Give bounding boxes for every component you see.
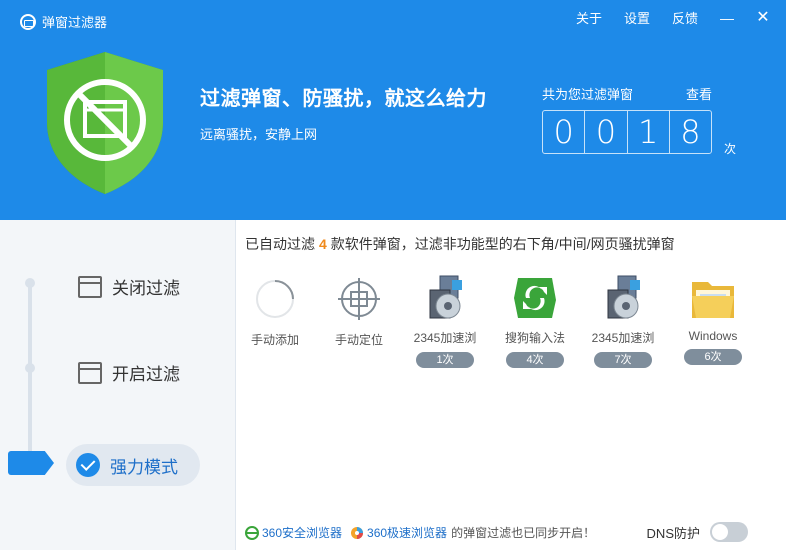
- browser-name: 360极速浏览器: [367, 526, 448, 540]
- mode-sidebar: 关闭过滤 开启过滤 强力模式: [0, 220, 236, 550]
- app-item[interactable]: 2345加速浏 1次: [405, 274, 485, 368]
- hero-slogan: 过滤弹窗、防骚扰，就这么给力: [200, 88, 487, 110]
- sync-notice: 360安全浏览器 360极速浏览器 的弹窗过滤也已同步开启！: [245, 524, 595, 541]
- browser-name: 360安全浏览器: [262, 526, 343, 540]
- summary-count: 4: [319, 236, 327, 252]
- counter-digit: 0: [585, 111, 628, 153]
- app-logo-icon: [20, 13, 36, 30]
- rail-dot: [25, 363, 35, 373]
- app-item[interactable]: 搜狗输入法 4次: [495, 274, 575, 368]
- app-name: Windows: [688, 329, 738, 343]
- summary-prefix: 已自动过滤: [245, 236, 315, 252]
- count-badge: 7次: [594, 352, 652, 368]
- crosshair-icon: [338, 278, 380, 320]
- rail-dot: [25, 278, 35, 288]
- settings-link[interactable]: 设置: [624, 8, 650, 27]
- window-icon: [78, 361, 102, 384]
- header-banner: 弹窗过滤器 关于 设置 反馈 — ✕ 过滤弹窗、防骚扰，就这么给力 远离骚扰，安…: [0, 0, 786, 220]
- close-button[interactable]: ✕: [756, 9, 770, 26]
- count-badge: 6次: [684, 349, 742, 365]
- shield-block-popup-icon: [47, 52, 163, 194]
- tool-label: 手动定位: [334, 333, 383, 347]
- check-circle-icon: [76, 453, 100, 477]
- manual-locate-button[interactable]: 手动定位: [319, 278, 399, 348]
- installer-icon: [429, 275, 462, 319]
- blocked-counter: 0 0 1 8: [542, 110, 712, 154]
- folder-icon: [692, 282, 734, 318]
- checkbox-window-icon: [78, 275, 102, 298]
- installer-icon: [607, 275, 640, 319]
- browser-360-speed-link[interactable]: 360极速浏览器: [350, 524, 447, 541]
- count-badge: 1次: [416, 352, 474, 368]
- mode-close-filter[interactable]: 关闭过滤: [78, 274, 180, 299]
- dns-protection: DNS防护: [647, 522, 748, 542]
- app-title-text: 弹窗过滤器: [42, 15, 108, 30]
- about-link[interactable]: 关于: [576, 8, 602, 27]
- feedback-link[interactable]: 反馈: [672, 8, 698, 27]
- counter-digit: 1: [628, 111, 670, 153]
- color-ball-icon: [351, 526, 364, 539]
- browser-360-safe-link[interactable]: 360安全浏览器: [245, 524, 342, 541]
- tool-label: 手动添加: [250, 333, 299, 347]
- sogou-icon: [514, 278, 556, 318]
- app-name: 2345加速浏: [591, 331, 655, 345]
- ie-e-icon: [245, 525, 259, 540]
- counter-digit: 0: [543, 111, 586, 153]
- hero-subslogan: 远离骚扰，安静上网: [200, 127, 318, 142]
- top-nav: 关于 设置 反馈 — ✕: [576, 8, 770, 27]
- active-mode-indicator: [8, 451, 54, 475]
- app-title: 弹窗过滤器: [20, 12, 107, 31]
- sync-suffix: 的弹窗过滤也已同步开启！: [451, 526, 596, 540]
- counter-label: 共为您过滤弹窗: [542, 87, 634, 102]
- dns-toggle[interactable]: [710, 522, 748, 542]
- app-item[interactable]: 2345加速浏 7次: [583, 274, 663, 368]
- manual-add-button[interactable]: 手动添加: [235, 278, 315, 348]
- view-history-link[interactable]: 查看: [686, 84, 712, 103]
- app-name: 搜狗输入法: [504, 331, 565, 345]
- mode-label: 强力模式: [110, 457, 178, 477]
- app-name: 2345加速浏: [413, 331, 477, 345]
- count-badge: 4次: [506, 352, 564, 368]
- counter-digit: 8: [680, 113, 701, 151]
- summary-suffix: 款软件弹窗，过滤非功能型的右下角/中间/网页骚扰弹窗: [330, 236, 675, 252]
- filter-summary: 已自动过滤 4 款软件弹窗，过滤非功能型的右下角/中间/网页骚扰弹窗: [245, 234, 675, 254]
- main-panel: 已自动过滤 4 款软件弹窗，过滤非功能型的右下角/中间/网页骚扰弹窗 手动添加 手动…: [237, 220, 786, 550]
- mode-power[interactable]: 强力模式: [66, 444, 200, 486]
- counter-unit: 次: [724, 142, 737, 156]
- app-item[interactable]: Windows 6次: [673, 274, 753, 365]
- loading-circle-icon: [256, 280, 294, 318]
- mode-label: 关闭过滤: [112, 279, 180, 298]
- mode-open-filter[interactable]: 开启过滤: [78, 360, 180, 385]
- dns-label: DNS防护: [646, 525, 700, 541]
- mode-label: 开启过滤: [112, 365, 180, 384]
- minimize-button[interactable]: —: [720, 10, 734, 26]
